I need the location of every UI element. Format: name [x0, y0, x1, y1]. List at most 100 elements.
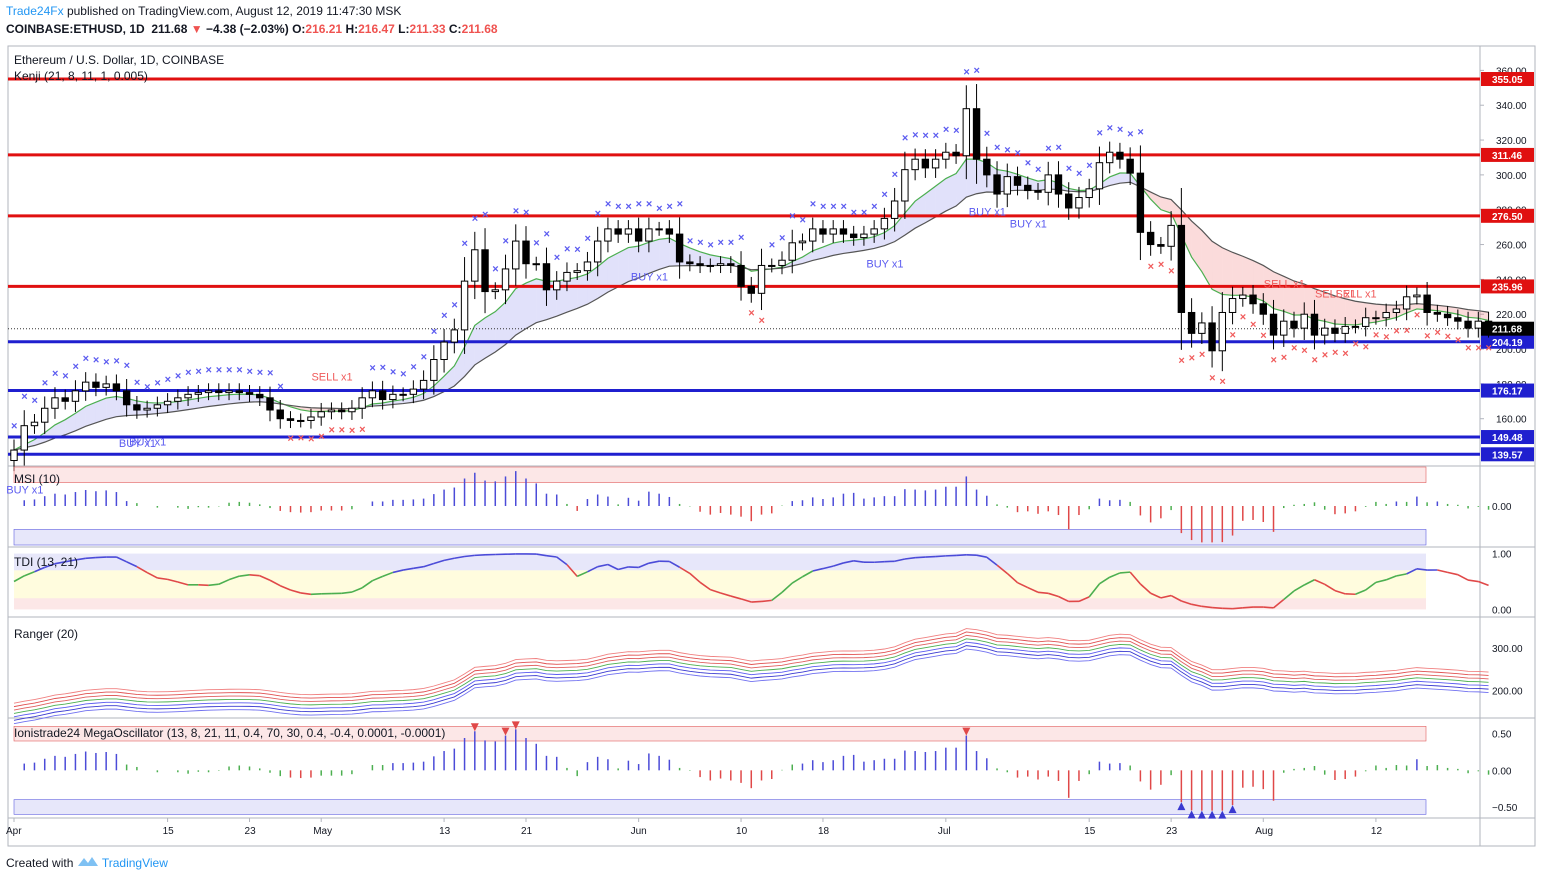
published-text: published on TradingView.com, August 12,…: [66, 4, 402, 18]
buy-cross-marker: ×: [144, 382, 150, 394]
level-price-label: 235.96: [1492, 282, 1523, 293]
candle-body: [10, 449, 18, 462]
candle-body: [450, 329, 459, 343]
buy-cross-marker: ×: [584, 233, 590, 245]
candle-body: [378, 390, 387, 401]
buy-cross-marker: ×: [83, 353, 89, 365]
buy-cross-marker: ×: [707, 239, 713, 251]
buy-cross-marker: ×: [963, 66, 969, 78]
mega-label: Ionistrade24 MegaOscillator (13, 8, 21, …: [14, 726, 445, 740]
level-price-label: 355.05: [1492, 75, 1523, 86]
candle-body: [962, 108, 971, 157]
candle-body: [645, 228, 653, 242]
buy-cross-marker: ×: [216, 364, 222, 376]
candle-body: [1443, 313, 1452, 319]
candle-body: [1095, 162, 1104, 190]
candle-body: [1054, 174, 1063, 195]
buy-cross-marker: ×: [277, 381, 283, 393]
candle-body: [1249, 294, 1257, 305]
buy-cross-marker: ×: [1086, 160, 1092, 172]
buy-cross-marker: ×: [1055, 142, 1061, 154]
candle-body: [194, 392, 203, 395]
buy-cross-marker: ×: [1015, 148, 1021, 160]
buy-cross-marker: ×: [533, 238, 539, 250]
sell-cross-marker: ×: [1158, 259, 1164, 271]
sell-cross-marker: ×: [1250, 319, 1256, 331]
candle-body: [51, 397, 59, 409]
sell-cross-marker: ×: [1189, 353, 1195, 365]
candle-body: [532, 263, 540, 266]
candle-body: [1310, 313, 1319, 336]
sell-cross-marker: ×: [1393, 326, 1399, 338]
candle-body: [1013, 176, 1022, 186]
sell-cross-marker: ×: [1178, 355, 1184, 367]
sell-cross-marker: ×: [1148, 261, 1154, 273]
level-price-label: 276.50: [1492, 212, 1523, 223]
kenji-cloud-segment: [1242, 256, 1254, 298]
buy-cross-marker: ×: [636, 199, 642, 211]
buy-cross-marker: ×: [175, 371, 181, 383]
close-label: C:: [448, 22, 462, 36]
candle-body: [1474, 320, 1483, 329]
candle-body: [1259, 303, 1267, 315]
candle-body: [778, 259, 786, 266]
candle-body: [1136, 172, 1145, 233]
chart-title: Ethereum / U.S. Dollar, 1D, COINBASE: [14, 53, 224, 67]
candle-body: [1392, 308, 1401, 313]
buy-cross-marker: ×: [902, 133, 908, 145]
sell-cross-marker: ×: [1230, 329, 1236, 341]
chart-canvas[interactable]: 160.00180.00200.00220.00240.00260.00280.…: [0, 40, 1541, 852]
candle-body: [1167, 224, 1175, 247]
sell-cross-marker: ×: [1209, 373, 1215, 385]
sell-cross-marker: ×: [318, 431, 324, 443]
time-tick-label: 18: [818, 826, 830, 837]
buy-cross-marker: ×: [93, 354, 99, 366]
candle-body: [1331, 327, 1339, 334]
buy-cross-marker: ×: [871, 201, 877, 213]
buy-cross-marker: ×: [789, 211, 795, 223]
price-tick-label: 320.00: [1496, 136, 1527, 147]
buy-cross-marker: ×: [677, 198, 683, 210]
candle-body: [1218, 311, 1227, 352]
tdi-label: TDI (13, 21): [14, 555, 78, 569]
candle-body: [471, 249, 479, 282]
candle-body: [1423, 294, 1431, 313]
sell-cross-marker: ×: [1311, 354, 1317, 366]
msi-label: MSI (10): [14, 472, 60, 486]
candle-body: [1034, 190, 1042, 193]
kenji-cloud-segment: [485, 311, 496, 359]
candle-body: [317, 411, 325, 418]
tradingview-logo-icon: [77, 856, 99, 870]
buy-signal-label: BUY x1: [129, 437, 166, 449]
buy-cross-marker: ×: [1045, 143, 1051, 155]
tdi-line-segment: [208, 583, 219, 587]
buy-cross-marker: ×: [369, 362, 375, 374]
buy-cross-marker: ×: [1025, 158, 1031, 170]
buy-cross-marker: ×: [625, 201, 631, 213]
candle-body: [1024, 184, 1032, 192]
tradingview-link[interactable]: TradingView: [102, 856, 168, 870]
time-tick-label: Aug: [1255, 826, 1273, 837]
candle-body: [634, 228, 643, 242]
tdi-tick-label: 0.00: [1492, 605, 1512, 616]
candle-body: [307, 416, 315, 421]
sell-cross-marker: ×: [1260, 330, 1266, 342]
candle-body: [911, 158, 919, 171]
brand-name[interactable]: Trade24Fx: [6, 4, 64, 18]
sell-cross-marker: ×: [1332, 347, 1338, 359]
time-tick-label: 13: [439, 826, 451, 837]
sell-cross-marker: ×: [1465, 343, 1471, 355]
buy-signal-label: BUY x1: [969, 206, 1006, 218]
buy-cross-marker: ×: [113, 355, 119, 367]
low-label: L:: [398, 22, 410, 36]
candle-body: [727, 263, 735, 266]
kenji-cloud-segment: [454, 347, 465, 386]
buy-cross-marker: ×: [165, 374, 171, 386]
buy-cross-marker: ×: [666, 201, 672, 213]
candle-body: [809, 228, 817, 242]
tdi-upper-band: [14, 553, 1426, 571]
kenji-cloud-segment: [106, 396, 117, 420]
candle-body: [880, 217, 889, 230]
buy-cross-marker: ×: [1107, 123, 1113, 135]
candle-body: [993, 174, 1001, 195]
